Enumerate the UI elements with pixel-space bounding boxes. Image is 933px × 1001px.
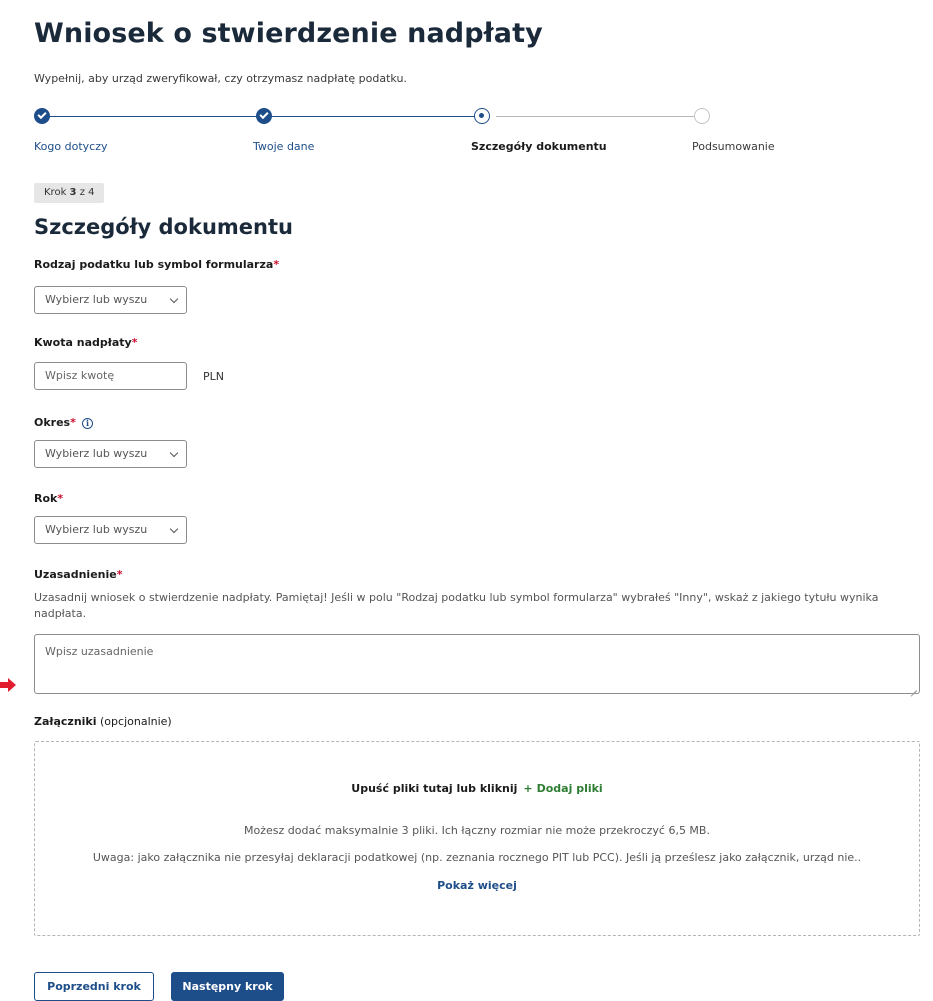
step-link-twoje-dane[interactable]: Twoje dane xyxy=(253,140,314,153)
step-label-current: Szczegóły dokumentu xyxy=(471,140,607,153)
previous-step-button[interactable]: Poprzedni krok xyxy=(34,972,154,1001)
add-files-link[interactable]: Dodaj pliki xyxy=(537,782,603,795)
year-placeholder: Wybierz lub wyszu xyxy=(45,523,148,536)
page: Wniosek o stwierdzenie nadpłaty Wypełnij… xyxy=(0,0,933,1001)
amount-label-text: Kwota nadpłaty xyxy=(34,336,132,349)
tax-type-select[interactable]: Wybierz lub wyszu xyxy=(34,286,187,314)
tax-type-label-text: Rodzaj podatku lub symbol formularza xyxy=(34,258,274,271)
period-label: Okres* xyxy=(34,416,76,429)
amount-placeholder: Wpisz kwotę xyxy=(45,369,115,382)
page-subtitle: Wypełnij, aby urząd zweryfikował, czy ot… xyxy=(34,72,407,85)
step-counter-suffix: z 4 xyxy=(76,187,95,198)
period-select[interactable]: Wybierz lub wyszu xyxy=(34,440,187,468)
amount-input[interactable]: Wpisz kwotę xyxy=(34,362,187,390)
step-4-pending-icon xyxy=(694,108,710,124)
section-title: Szczegóły dokumentu xyxy=(34,215,293,239)
required-mark: * xyxy=(70,416,76,429)
attachments-label: Załączniki (opcjonalnie) xyxy=(34,715,172,728)
step-3-current-icon xyxy=(474,108,490,124)
dropzone-drop-text: Upuść pliki tutaj lub kliknij xyxy=(351,782,518,795)
dropzone-limits: Możesz dodać maksymalnie 3 pliki. Ich łą… xyxy=(244,824,710,837)
required-mark: * xyxy=(273,258,280,271)
tax-type-placeholder: Wybierz lub wyszu xyxy=(45,293,148,306)
page-title: Wniosek o stwierdzenie nadpłaty xyxy=(34,18,543,49)
plus-icon: + xyxy=(523,782,533,795)
tax-type-label: Rodzaj podatku lub symbol formularza* xyxy=(34,258,279,271)
step-label-podsumowanie: Podsumowanie xyxy=(692,140,775,153)
step-link-kogo-dotyczy[interactable]: Kogo dotyczy xyxy=(34,140,107,153)
year-label: Rok* xyxy=(34,492,63,505)
red-arrow-icon xyxy=(0,678,16,692)
step-2-check-icon xyxy=(256,108,272,124)
stepper-line-3 xyxy=(496,116,696,117)
resize-handle-icon[interactable] xyxy=(909,683,917,691)
step-counter-current: 3 xyxy=(69,187,77,198)
justification-helper-text: Uzasadnij wniosek o stwierdzenie nadpłat… xyxy=(34,591,879,620)
chevron-down-icon xyxy=(169,524,179,534)
attachments-optional: (opcjonalnie) xyxy=(96,715,172,728)
required-mark: * xyxy=(131,336,138,349)
year-select[interactable]: Wybierz lub wyszu xyxy=(34,516,187,544)
step-counter-prefix: Krok xyxy=(44,187,70,198)
period-label-text: Okres xyxy=(34,416,71,429)
info-icon[interactable]: i xyxy=(82,418,93,429)
show-more-link[interactable]: Pokaż więcej xyxy=(35,879,919,892)
required-mark: * xyxy=(57,492,64,505)
required-mark: * xyxy=(116,568,123,581)
justification-label-text: Uzasadnienie xyxy=(34,568,117,581)
chevron-down-icon xyxy=(169,448,179,458)
file-dropzone[interactable]: Upuść pliki tutaj lub kliknij + Dodaj plik… xyxy=(34,741,920,936)
stepper-line-2 xyxy=(272,116,482,117)
step-counter-badge: Krok 3 z 4 xyxy=(34,183,105,203)
dropzone-warning: Uwaga: jako załącznika nie przesyłaj dek… xyxy=(92,851,862,864)
amount-label: Kwota nadpłaty* xyxy=(34,336,137,349)
amount-unit: PLN xyxy=(203,370,224,383)
justification-placeholder: Wpisz uzasadnienie xyxy=(45,645,154,658)
stepper-line-1 xyxy=(48,116,258,117)
justification-label: Uzasadnienie* xyxy=(34,568,123,581)
period-placeholder: Wybierz lub wyszu xyxy=(45,447,148,460)
stepper: Kogo dotyczy Twoje dane Szczegóły dokume… xyxy=(34,108,794,158)
step-1-check-icon xyxy=(34,108,50,124)
justification-textarea[interactable]: Wpisz uzasadnienie xyxy=(34,634,920,694)
attachments-label-text: Załączniki xyxy=(34,715,97,728)
dropzone-instruction: Upuść pliki tutaj lub kliknij + Dodaj plik… xyxy=(35,782,919,795)
next-step-button[interactable]: Następny krok xyxy=(171,972,284,1001)
chevron-down-icon xyxy=(169,294,179,304)
year-label-text: Rok xyxy=(34,492,58,505)
